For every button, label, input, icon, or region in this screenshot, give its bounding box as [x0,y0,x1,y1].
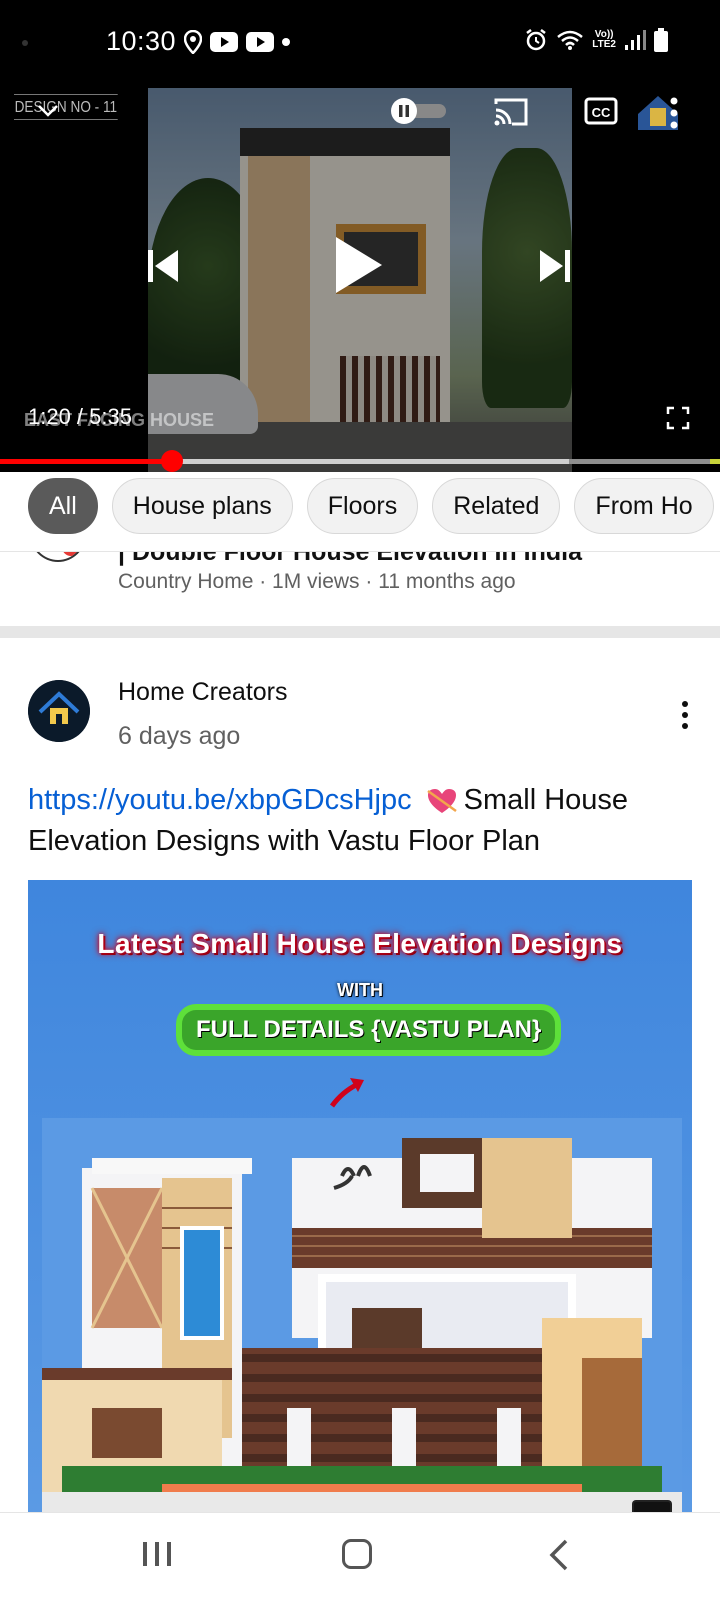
status-notification-icons [184,30,290,54]
previous-icon[interactable] [146,248,180,284]
battery-icon [654,28,668,52]
image-subheadline: FULL DETAILS {VASTU PLAN} [182,1010,556,1050]
video-meta: Country Home · 1M views · 11 months ago [118,570,516,593]
video-list-item[interactable]: | Double Floor House Elevation In India … [0,552,720,626]
home-logo-icon [28,680,90,742]
back-icon[interactable] [548,1539,570,1571]
next-icon[interactable] [538,248,572,284]
pause-toggle-icon[interactable] [388,98,448,124]
location-icon [184,30,202,54]
heart-arrow-icon [426,789,457,814]
progress-scrubber[interactable] [161,450,184,472]
section-divider [0,626,720,638]
chip-all[interactable]: All [28,478,98,534]
video-overlay-label: DESIGN NO - 11 [14,94,118,120]
image-expand-icon[interactable] [632,1500,672,1512]
alarm-icon [526,29,547,51]
progress-played [0,459,173,464]
svg-text:CC: CC [592,105,611,120]
image-with-label: WITH [337,980,383,1000]
post-text: https://youtu.be/xbpGDcsHjpc Small House … [28,780,698,862]
youtube-icon [210,32,238,52]
more-notifications-dot [282,38,290,46]
progress-marker [710,459,720,464]
post-more-icon[interactable] [680,700,690,730]
play-icon[interactable] [332,234,384,296]
chip-row: All House plans Floors Related From Ho [28,478,714,534]
progress-track[interactable] [0,459,720,464]
post-channel-name[interactable]: Home Creators [118,678,288,707]
status-bar: 10:30 Vo)) LTE2 [0,0,720,88]
camera-dot [22,40,28,46]
video-player[interactable]: DESIGN NO - 11 CC EAST FACING HOUSE 1:20… [0,88,720,472]
time-readout: 1:20 / 5:35 [28,404,132,429]
youtube-icon [246,32,274,52]
image-headline: Latest Small House Elevation Designs [97,928,623,959]
video-title[interactable]: | Double Floor House Elevation In India [118,552,582,567]
chip-floors[interactable]: Floors [306,478,419,534]
home-icon[interactable] [342,1539,372,1569]
cast-icon[interactable] [492,96,530,128]
chip-from-channel[interactable]: From Ho [574,478,714,534]
post-link[interactable]: https://youtu.be/xbpGDcsHjpc [28,784,412,816]
fullscreen-icon[interactable] [666,406,690,430]
filter-chips-bar: All House plans Floors Related From Ho [0,472,720,552]
lte-label: LTE2 [592,39,616,50]
chip-house-plans[interactable]: House plans [111,478,293,534]
channel-avatar[interactable] [28,680,90,742]
recents-icon[interactable] [142,1541,172,1567]
house-illustration [42,1118,682,1512]
post-date: 6 days ago [118,722,241,750]
signal-icon [625,30,646,50]
wifi-icon [557,30,584,50]
system-nav-bar [0,1512,720,1600]
avatar[interactable] [30,552,86,562]
red-arrow-icon [329,1078,364,1108]
more-icon[interactable] [666,96,682,130]
cc-icon[interactable]: CC [584,96,618,126]
chip-related[interactable]: Related [432,478,561,534]
status-time: 10:30 [106,26,177,56]
post-image[interactable]: Latest Small House Elevation Designs WIT… [28,880,692,1512]
status-system-icons: Vo)) LTE2 [524,28,668,52]
volte-icon: Vo)) LTE2 [592,30,616,50]
collapse-icon[interactable] [36,98,60,122]
